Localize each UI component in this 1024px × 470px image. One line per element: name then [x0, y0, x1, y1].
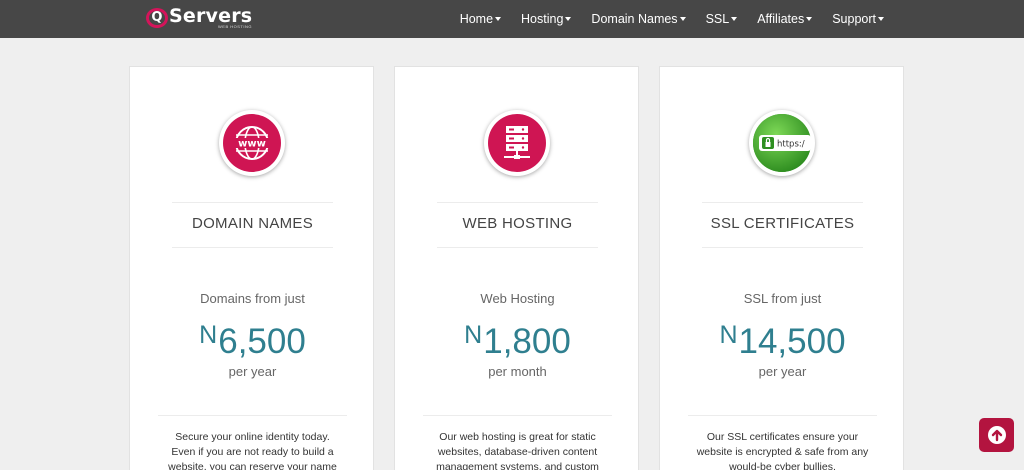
divider	[688, 415, 877, 416]
card-title: WEB HOSTING	[462, 215, 573, 232]
nav-item-affiliates[interactable]: Affiliates	[757, 12, 813, 26]
divider	[158, 415, 347, 416]
ssl-certificates-card: https:/ SSL CERTIFICATES SSL from just N…	[659, 66, 904, 470]
price-value: N14,500	[660, 313, 905, 364]
ssl-lock-icon: https:/	[749, 110, 815, 176]
divider	[437, 247, 598, 248]
card-description: Our SSL certificates ensure your website…	[696, 431, 869, 470]
divider	[437, 202, 598, 203]
caret-down-icon	[731, 17, 738, 21]
divider	[702, 247, 863, 248]
caret-down-icon	[495, 17, 502, 21]
card-description: Secure your online identity today. Even …	[168, 431, 337, 470]
nav-item-domain-names[interactable]: Domain Names	[591, 12, 686, 26]
price-amount: 14,500	[738, 322, 846, 361]
domain-names-card: www DOMAIN NAMES Domains from just N6,50…	[129, 66, 374, 470]
currency-symbol: N	[464, 321, 483, 349]
currency-symbol: N	[199, 321, 218, 349]
price-label: Domains from just	[200, 291, 305, 306]
price-label: Web Hosting	[480, 291, 555, 306]
card-description: Our web hosting is great for static webs…	[436, 431, 599, 470]
divider	[423, 415, 612, 416]
price-value: N6,500	[130, 313, 375, 364]
brand-tagline: WEB HOSTING	[218, 24, 252, 29]
divider	[172, 247, 333, 248]
www-globe-icon: www	[219, 110, 285, 176]
divider	[172, 202, 333, 203]
svg-text:www: www	[238, 139, 266, 150]
price-period: per year	[758, 364, 807, 379]
nav-item-hosting[interactable]: Hosting	[521, 12, 572, 26]
card-title: DOMAIN NAMES	[191, 215, 314, 232]
nav-item-home[interactable]: Home	[460, 12, 502, 26]
server-icon	[484, 110, 550, 176]
card-title: SSL CERTIFICATES	[710, 215, 855, 232]
main-menu: Home Hosting Domain Names SSL Affiliates…	[460, 0, 884, 38]
price-period: per month	[488, 364, 547, 379]
brand-logo[interactable]: Q Servers WEB HOSTING	[146, 5, 252, 33]
caret-down-icon	[679, 17, 686, 21]
arrow-up-circle-icon	[987, 426, 1006, 444]
price-value: N1,800	[395, 313, 640, 364]
price-label: SSL from just	[743, 291, 822, 306]
currency-symbol: N	[719, 321, 738, 349]
caret-down-icon	[878, 17, 884, 21]
caret-down-icon	[806, 17, 813, 21]
web-hosting-card: WEB HOSTING Web Hosting N1,800 per month…	[394, 66, 639, 470]
price-amount: 6,500	[218, 322, 306, 361]
nav-item-ssl[interactable]: SSL	[706, 12, 738, 26]
https-text: https:/	[777, 140, 805, 150]
price-amount: 1,800	[483, 322, 571, 361]
back-to-top-button[interactable]	[979, 418, 1014, 452]
caret-down-icon	[565, 17, 572, 21]
top-navbar: Q Servers WEB HOSTING Home Hosting Domain…	[0, 0, 1024, 38]
nav-item-support[interactable]: Support	[832, 12, 884, 26]
price-period: per year	[228, 364, 277, 379]
logo-q-mark: Q	[146, 8, 168, 28]
divider	[702, 202, 863, 203]
